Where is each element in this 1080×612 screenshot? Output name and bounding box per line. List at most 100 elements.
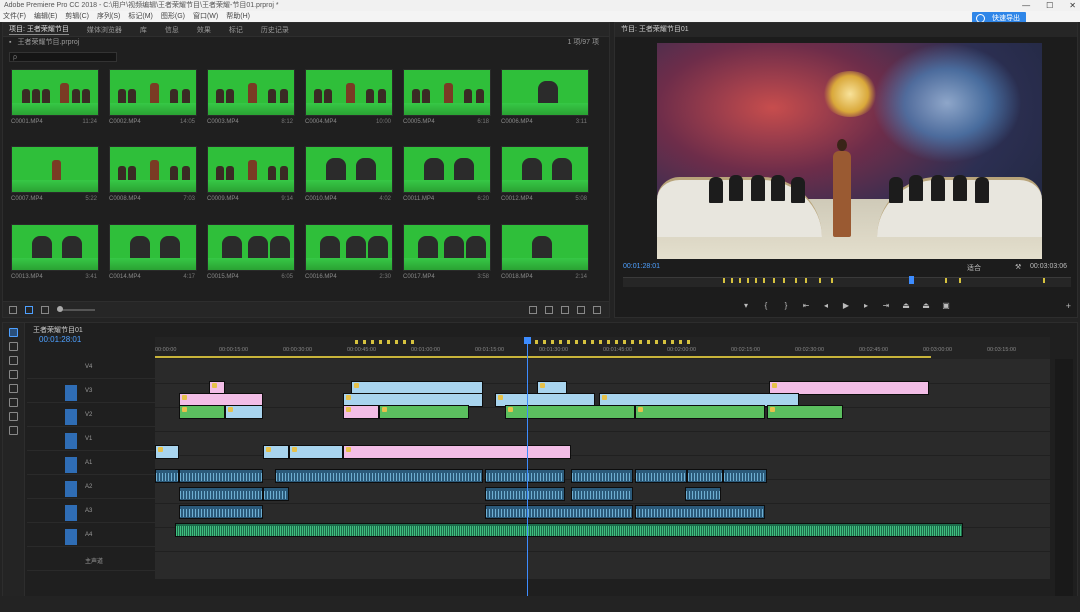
project-search-input[interactable] bbox=[9, 52, 117, 62]
audio-clip[interactable] bbox=[275, 469, 483, 483]
track-target-toggle[interactable] bbox=[65, 457, 77, 473]
track-header[interactable]: A1 bbox=[27, 455, 155, 475]
work-area-bar[interactable] bbox=[155, 356, 931, 358]
timeline-marker[interactable] bbox=[535, 340, 538, 344]
export-frame-icon[interactable]: ▣ bbox=[942, 302, 950, 310]
timeline-marker[interactable] bbox=[403, 340, 406, 344]
go-to-in-icon[interactable]: ⇤ bbox=[802, 302, 810, 310]
track-header[interactable]: V2 bbox=[27, 407, 155, 427]
timeline-marker[interactable] bbox=[615, 340, 618, 344]
track-header[interactable]: 主声道 bbox=[27, 551, 155, 571]
timeline-marker[interactable] bbox=[687, 340, 690, 344]
thumbnail-zoom-slider[interactable] bbox=[57, 305, 95, 312]
timeline-marker[interactable] bbox=[647, 340, 650, 344]
marker[interactable] bbox=[739, 278, 741, 283]
timeline-marker[interactable] bbox=[591, 340, 594, 344]
clip-thumbnail[interactable]: C0010.MP4 4:02 bbox=[305, 146, 395, 218]
clip-thumbnail[interactable]: C0016.MP4 2:30 bbox=[305, 223, 395, 296]
menu-help[interactable]: 帮助(H) bbox=[226, 11, 250, 22]
marker[interactable] bbox=[747, 278, 749, 283]
track-area[interactable] bbox=[155, 359, 1050, 579]
track-header[interactable]: A4 bbox=[27, 527, 155, 547]
clip-thumbnail[interactable]: C0001.MP4 11:24 bbox=[11, 69, 101, 141]
audio-clip[interactable] bbox=[179, 469, 263, 483]
ripple-edit-tool-icon[interactable] bbox=[9, 356, 18, 365]
timeline-marker[interactable] bbox=[567, 340, 570, 344]
track-header[interactable]: V4 bbox=[27, 359, 155, 379]
trash-icon[interactable] bbox=[593, 305, 601, 314]
audio-clip[interactable] bbox=[635, 505, 765, 519]
audio-clip[interactable] bbox=[635, 469, 687, 483]
tab-project[interactable]: 项目: 王者荣耀节目 bbox=[9, 24, 69, 35]
audio-clip[interactable] bbox=[485, 487, 565, 501]
close-icon[interactable]: ✕ bbox=[1069, 0, 1076, 11]
timeline-marker[interactable] bbox=[363, 340, 366, 344]
time-ruler[interactable]: 00:00:00 00:00:15:00 00:00:30:00 00:00:45:0… bbox=[155, 337, 1050, 359]
play-icon[interactable]: ▶ bbox=[842, 302, 850, 310]
track-select-tool-icon[interactable] bbox=[9, 342, 18, 351]
marker[interactable] bbox=[805, 278, 807, 283]
clip-thumbnail[interactable]: C0002.MP4 14:05 bbox=[109, 69, 199, 141]
list-view-icon[interactable] bbox=[9, 305, 17, 314]
timeline-marker[interactable] bbox=[355, 340, 358, 344]
tab-info[interactable]: 信息 bbox=[165, 25, 179, 35]
track-header[interactable]: V3 bbox=[27, 383, 155, 403]
extract-icon[interactable]: ⏏ bbox=[922, 302, 930, 310]
clip-thumbnail[interactable]: C0018.MP4 2:14 bbox=[501, 223, 591, 296]
track-target-toggle[interactable] bbox=[65, 481, 77, 497]
marker[interactable] bbox=[959, 278, 961, 283]
tab-markers[interactable]: 标记 bbox=[229, 25, 243, 35]
automate-icon[interactable] bbox=[529, 305, 537, 314]
menu-graphics[interactable]: 图形(G) bbox=[161, 11, 185, 22]
clip-thumbnail[interactable]: C0006.MP4 3:11 bbox=[501, 69, 591, 141]
selection-tool-icon[interactable] bbox=[9, 328, 18, 337]
clip-thumbnail[interactable]: C0012.MP4 5:08 bbox=[501, 146, 591, 218]
timeline-marker[interactable] bbox=[387, 340, 390, 344]
hand-tool-icon[interactable] bbox=[9, 412, 18, 421]
audio-clip[interactable] bbox=[179, 505, 263, 519]
tab-media-browser[interactable]: 媒体浏览器 bbox=[87, 25, 122, 35]
playhead[interactable] bbox=[524, 337, 531, 599]
slip-tool-icon[interactable] bbox=[9, 384, 18, 393]
step-back-icon[interactable]: ◂ bbox=[822, 302, 830, 310]
video-clip[interactable] bbox=[289, 445, 343, 459]
audio-clip[interactable] bbox=[263, 487, 289, 501]
timeline-marker[interactable] bbox=[371, 340, 374, 344]
freeform-view-icon[interactable] bbox=[41, 305, 49, 314]
video-clip[interactable] bbox=[635, 405, 765, 419]
timeline-marker[interactable] bbox=[639, 340, 642, 344]
minimize-icon[interactable]: — bbox=[1022, 0, 1030, 11]
clip-thumbnail[interactable]: C0014.MP4 4:17 bbox=[109, 223, 199, 296]
audio-clip[interactable] bbox=[571, 469, 633, 483]
timeline-marker[interactable] bbox=[671, 340, 674, 344]
timeline-marker[interactable] bbox=[379, 340, 382, 344]
fit-dropdown[interactable]: 适合 bbox=[967, 263, 981, 273]
icon-view-icon[interactable] bbox=[25, 305, 33, 314]
timeline-marker[interactable] bbox=[543, 340, 546, 344]
video-clip[interactable] bbox=[155, 445, 179, 459]
video-clip[interactable] bbox=[179, 405, 225, 419]
add-button-icon[interactable]: + bbox=[1066, 301, 1071, 311]
track-target-toggle[interactable] bbox=[65, 505, 77, 521]
wrench-icon[interactable]: ⚒ bbox=[1015, 263, 1021, 271]
track-header[interactable]: A2 bbox=[27, 479, 155, 499]
audio-clip[interactable] bbox=[723, 469, 767, 483]
menu-file[interactable]: 文件(F) bbox=[3, 11, 26, 22]
timeline-marker[interactable] bbox=[623, 340, 626, 344]
timeline-marker[interactable] bbox=[411, 340, 414, 344]
video-clip[interactable] bbox=[343, 405, 379, 419]
track-target-toggle[interactable] bbox=[65, 409, 77, 425]
marker[interactable] bbox=[831, 278, 833, 283]
timeline-marker[interactable] bbox=[679, 340, 682, 344]
new-bin-icon[interactable] bbox=[561, 305, 569, 314]
timeline-marker[interactable] bbox=[559, 340, 562, 344]
program-timecode[interactable]: 00:01:28:01 bbox=[623, 263, 660, 270]
audio-clip[interactable] bbox=[485, 505, 633, 519]
timeline-timecode[interactable]: 00:01:28:01 bbox=[39, 335, 81, 344]
track-header[interactable]: A3 bbox=[27, 503, 155, 523]
go-to-out-icon[interactable]: ⇥ bbox=[882, 302, 890, 310]
timeline-marker[interactable] bbox=[575, 340, 578, 344]
razor-tool-icon[interactable] bbox=[9, 370, 18, 379]
video-clip[interactable] bbox=[225, 405, 263, 419]
audio-clip[interactable] bbox=[179, 487, 263, 501]
